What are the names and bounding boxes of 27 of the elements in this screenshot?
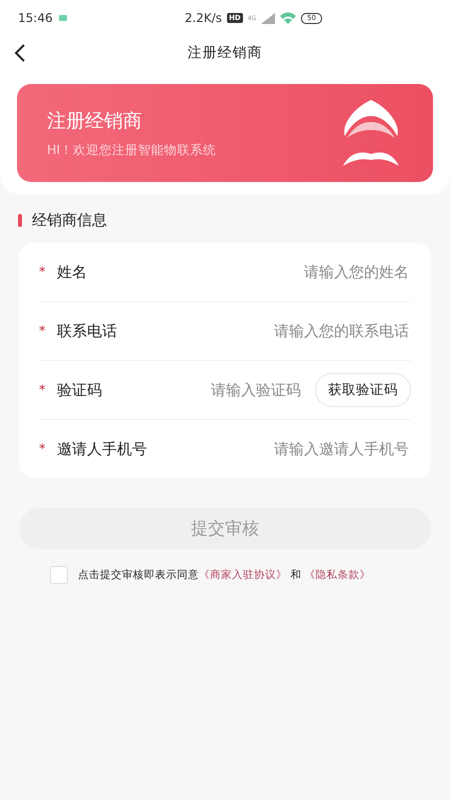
field-label: 联系电话 — [57, 322, 117, 340]
get-code-button[interactable]: 获取验证码 — [315, 373, 411, 407]
page-title: 注册经销商 — [188, 44, 262, 62]
required-mark: * — [39, 382, 46, 398]
input-field[interactable]: 请输入您的联系电话 — [117, 321, 411, 341]
required-mark: * — [39, 324, 46, 338]
field-label: 邀请人手机号 — [57, 440, 147, 458]
notification-icon — [58, 15, 67, 21]
banner-subtitle: HI！欢迎您注册智能物联系统 — [47, 142, 218, 158]
field-label: 验证码 — [57, 380, 102, 400]
required-mark: * — [39, 442, 46, 456]
agreement-link[interactable]: 《商家入驻协议》 — [199, 569, 287, 581]
agreement-link[interactable]: 《隐私条款》 — [304, 569, 371, 581]
network-speed: 2.2K/s — [184, 11, 222, 25]
agreement-text: 点击提交审核即表示同意《商家入驻协议》 和 《隐私条款》 — [78, 568, 371, 582]
banner-title: 注册经销商 — [47, 108, 143, 134]
signal-icon — [261, 12, 276, 24]
required-mark: * — [39, 264, 46, 280]
input-field[interactable]: 请输入邀请人手机号 — [147, 439, 411, 459]
section-title: 经销商信息 — [32, 211, 107, 230]
input-field[interactable]: 请输入验证码 — [102, 380, 303, 400]
back-icon[interactable] — [14, 43, 26, 63]
checkbox[interactable] — [50, 566, 68, 584]
field-label: 姓名 — [57, 262, 87, 282]
input-field[interactable]: 请输入您的姓名 — [87, 262, 411, 282]
wifi-icon — [280, 12, 296, 24]
status-time: 15:46 — [18, 11, 53, 25]
